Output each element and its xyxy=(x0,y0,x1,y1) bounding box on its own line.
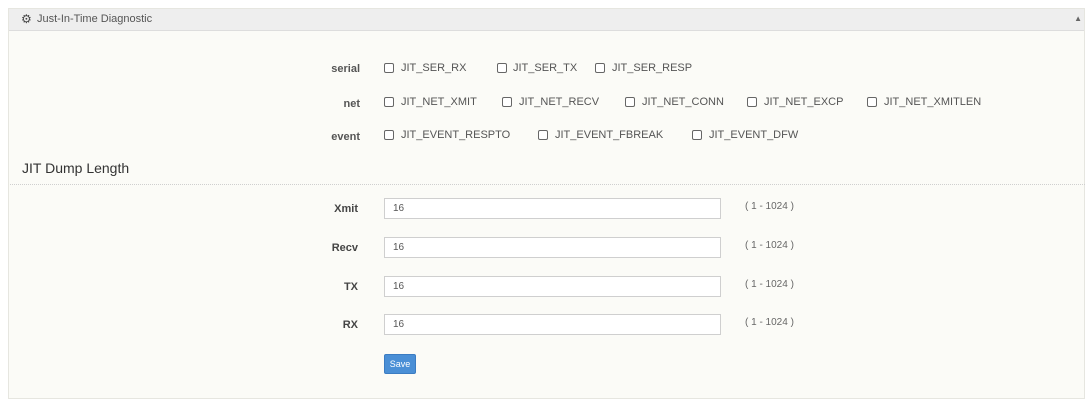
net-label: net xyxy=(343,98,361,110)
option-label: JIT_NET_RECV xyxy=(519,96,600,108)
gear-icon: ⚙ xyxy=(21,12,32,26)
option-label: JIT_EVENT_FBREAK xyxy=(555,129,664,141)
option-label: JIT_NET_XMITLEN xyxy=(884,96,982,108)
rx-input[interactable] xyxy=(384,314,721,335)
event-label: event xyxy=(331,131,360,143)
checkbox-jit-ser-resp[interactable] xyxy=(595,63,605,73)
tx-range: ( 1 - 1024 ) xyxy=(745,279,794,290)
xmit-label: Xmit xyxy=(334,203,358,215)
section-divider xyxy=(10,184,1085,185)
panel-title: Just-In-Time Diagnostic xyxy=(37,13,153,25)
section-title: JIT Dump Length xyxy=(22,160,130,176)
save-button[interactable]: Save xyxy=(384,354,416,374)
serial-label: serial xyxy=(331,63,360,75)
collapse-icon[interactable]: ▲ xyxy=(1074,14,1082,23)
recv-label: Recv xyxy=(331,242,358,254)
option-label: JIT_NET_CONN xyxy=(642,96,724,108)
option-label: JIT_EVENT_RESPTO xyxy=(401,129,511,141)
checkbox-jit-ser-rx[interactable] xyxy=(384,63,394,73)
xmit-range: ( 1 - 1024 ) xyxy=(745,201,794,212)
checkbox-jit-net-conn[interactable] xyxy=(625,97,635,107)
checkbox-jit-net-xmit[interactable] xyxy=(384,97,394,107)
xmit-input[interactable] xyxy=(384,198,721,219)
checkbox-jit-event-fbreak[interactable] xyxy=(538,130,548,140)
checkbox-jit-event-respto[interactable] xyxy=(384,130,394,140)
checkbox-jit-net-recv[interactable] xyxy=(502,97,512,107)
option-label: JIT_NET_XMIT xyxy=(401,96,477,108)
rx-range: ( 1 - 1024 ) xyxy=(745,317,794,328)
option-label: JIT_NET_EXCP xyxy=(764,96,844,108)
recv-input[interactable] xyxy=(384,237,721,258)
panel-header[interactable]: ⚙ Just-In-Time Diagnostic ▲ xyxy=(9,9,1084,31)
recv-range: ( 1 - 1024 ) xyxy=(745,240,794,251)
checkbox-jit-ser-tx[interactable] xyxy=(497,63,507,73)
checkbox-jit-net-excp[interactable] xyxy=(747,97,757,107)
rx-label: RX xyxy=(342,319,358,331)
option-label: JIT_SER_TX xyxy=(513,62,578,74)
checkbox-jit-net-xmitlen[interactable] xyxy=(867,97,877,107)
option-label: JIT_EVENT_DFW xyxy=(709,129,799,141)
tx-input[interactable] xyxy=(384,276,721,297)
option-label: JIT_SER_RESP xyxy=(612,62,693,74)
tx-label: TX xyxy=(343,281,358,293)
checkbox-jit-event-dfw[interactable] xyxy=(692,130,702,140)
option-label: JIT_SER_RX xyxy=(401,62,467,74)
